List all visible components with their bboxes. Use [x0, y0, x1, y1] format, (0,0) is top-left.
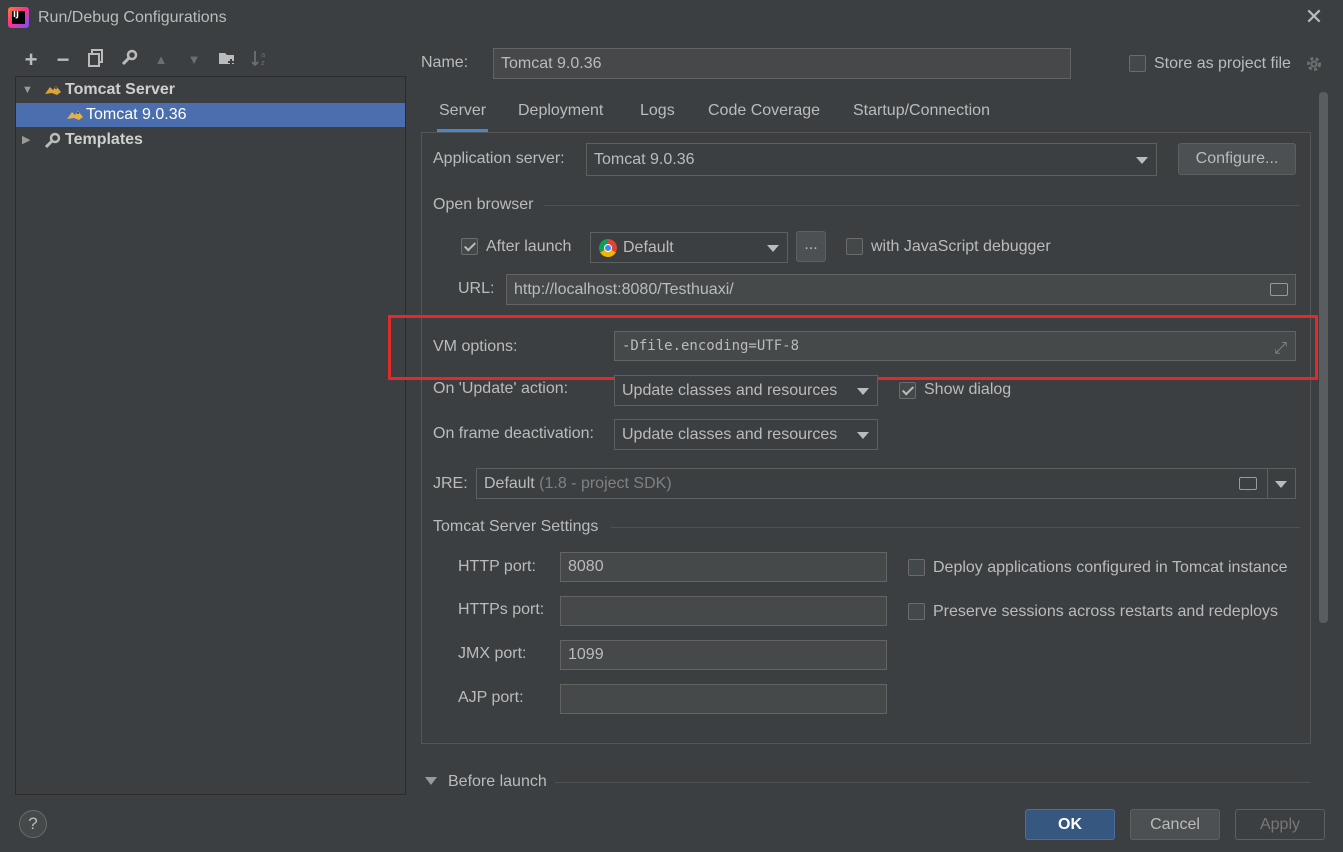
deploy-apps-label: Deploy applications configured in Tomcat…: [933, 559, 1288, 576]
title-bar: IJ Run/Debug Configurations ✕: [0, 0, 1343, 38]
divider: [1267, 469, 1268, 498]
store-as-project-file-label: Store as project file: [1154, 55, 1291, 72]
preserve-sessions-label: Preserve sessions across restarts and re…: [933, 603, 1279, 620]
tab-logs[interactable]: Logs: [638, 98, 677, 132]
jre-value: Default: [484, 475, 535, 492]
on-frame-deactivation-value: Update classes and resources: [622, 426, 838, 443]
window-title: Run/Debug Configurations: [38, 9, 227, 26]
expand-icon[interactable]: ⤢: [1274, 334, 1287, 360]
copy-icon[interactable]: [85, 49, 107, 71]
tree-item-label: Tomcat Server: [65, 81, 175, 98]
application-server-dropdown[interactable]: Tomcat 9.0.36: [586, 143, 1157, 176]
show-dialog-checkbox[interactable]: [899, 382, 916, 399]
divider: [544, 205, 1300, 206]
after-launch-label: After launch: [486, 238, 572, 255]
intellij-app-icon: IJ: [8, 7, 29, 28]
tab-code-coverage[interactable]: Code Coverage: [706, 98, 822, 132]
http-port-label: HTTP port:: [458, 558, 536, 575]
move-down-button[interactable]: ▼: [183, 49, 205, 71]
jre-hint: (1.8 - project SDK): [539, 475, 672, 492]
jre-label: JRE:: [433, 475, 468, 492]
on-update-value: Update classes and resources: [622, 382, 838, 399]
tab-startup-connection[interactable]: Startup/Connection: [851, 98, 992, 132]
gear-icon[interactable]: [1305, 55, 1323, 73]
ok-button[interactable]: OK: [1025, 809, 1115, 840]
on-frame-deactivation-label: On frame deactivation:: [433, 425, 594, 442]
sort-icon[interactable]: az: [249, 49, 271, 71]
chevron-right-icon[interactable]: ▶: [22, 128, 30, 152]
configure-button[interactable]: Configure...: [1178, 143, 1296, 175]
on-frame-deactivation-dropdown[interactable]: Update classes and resources: [614, 419, 878, 450]
chrome-icon: [599, 239, 617, 257]
jmx-port-label: JMX port:: [458, 645, 527, 662]
chevron-down-icon: [767, 244, 779, 252]
show-dialog-label: Show dialog: [924, 381, 1012, 398]
ajp-port-label: AJP port:: [458, 689, 524, 706]
configuration-tree[interactable]: ▼ Tomcat Server Tomcat 9.0.36 ▶ Template…: [15, 76, 406, 795]
vm-options-value: -Dfile.encoding=UTF-8: [622, 338, 800, 354]
chevron-down-icon: [1136, 156, 1148, 164]
chevron-down-icon: [857, 431, 869, 439]
apply-button[interactable]: Apply: [1235, 809, 1325, 840]
svg-text:z: z: [261, 59, 265, 67]
application-server-value: Tomcat 9.0.36: [594, 151, 695, 168]
tree-item-label: Templates: [65, 131, 143, 148]
browser-dropdown[interactable]: Default: [590, 232, 788, 263]
deploy-apps-checkbox[interactable]: [908, 559, 925, 576]
folder-icon[interactable]: [1239, 477, 1257, 490]
application-server-label: Application server:: [433, 150, 565, 167]
vertical-scrollbar[interactable]: [1319, 92, 1328, 623]
browser-value: Default: [623, 239, 674, 256]
ajp-port-field[interactable]: [560, 684, 887, 714]
url-value: http://localhost:8080/Testhuaxi/: [514, 281, 734, 298]
before-launch-label[interactable]: Before launch: [448, 773, 547, 791]
https-port-field[interactable]: [560, 596, 887, 626]
http-port-field[interactable]: 8080: [560, 552, 887, 582]
tomcat-icon: [67, 111, 83, 120]
vm-options-label: VM options:: [433, 338, 518, 355]
tab-deployment[interactable]: Deployment: [516, 98, 605, 132]
tomcat-settings-title: Tomcat Server Settings: [433, 518, 599, 535]
store-as-project-file-checkbox[interactable]: [1129, 55, 1146, 72]
add-configuration-button[interactable]: +: [20, 49, 42, 71]
cancel-button[interactable]: Cancel: [1130, 809, 1220, 840]
help-button[interactable]: ?: [19, 810, 47, 838]
folder-icon[interactable]: [1270, 283, 1288, 296]
jre-dropdown[interactable]: Default (1.8 - project SDK): [476, 468, 1296, 499]
name-label: Name:: [421, 54, 469, 71]
wrench-icon: [44, 132, 61, 149]
divider: [555, 782, 1310, 783]
remove-configuration-button[interactable]: −: [52, 49, 74, 71]
js-debugger-label: with JavaScript debugger: [871, 238, 1051, 255]
url-label: URL:: [458, 280, 495, 297]
after-launch-checkbox[interactable]: [461, 238, 478, 255]
chevron-down-icon[interactable]: ▼: [22, 78, 33, 102]
js-debugger-checkbox[interactable]: [846, 238, 863, 255]
browser-settings-button[interactable]: ...: [796, 231, 826, 262]
new-folder-icon[interactable]: [216, 49, 238, 71]
tree-item-templates[interactable]: ▶ Templates: [16, 128, 405, 152]
tomcat-icon: [45, 86, 61, 95]
wrench-icon[interactable]: [118, 49, 140, 71]
tab-server[interactable]: Server: [437, 98, 489, 132]
chevron-down-icon: [857, 387, 869, 395]
chevron-down-icon[interactable]: [1275, 480, 1287, 488]
vm-options-field[interactable]: -Dfile.encoding=UTF-8 ⤢: [614, 331, 1296, 361]
url-field[interactable]: http://localhost:8080/Testhuaxi/: [506, 274, 1296, 305]
jmx-port-field[interactable]: 1099: [560, 640, 887, 670]
on-update-label: On 'Update' action:: [433, 380, 569, 397]
preserve-sessions-checkbox[interactable]: [908, 603, 925, 620]
move-up-button[interactable]: ▲: [150, 49, 172, 71]
divider: [611, 527, 1300, 528]
tree-item-label: Tomcat 9.0.36: [86, 106, 187, 123]
chevron-down-icon[interactable]: [425, 777, 437, 785]
on-update-dropdown[interactable]: Update classes and resources: [614, 375, 878, 406]
tree-item-tomcat-9-0-36[interactable]: Tomcat 9.0.36: [16, 103, 405, 127]
https-port-label: HTTPs port:: [458, 601, 545, 618]
tree-item-tomcat-server[interactable]: ▼ Tomcat Server: [16, 78, 405, 102]
svg-text:a: a: [261, 51, 265, 59]
open-browser-title: Open browser: [433, 196, 534, 213]
name-field[interactable]: Tomcat 9.0.36: [493, 48, 1071, 79]
close-icon[interactable]: ✕: [1303, 6, 1325, 28]
